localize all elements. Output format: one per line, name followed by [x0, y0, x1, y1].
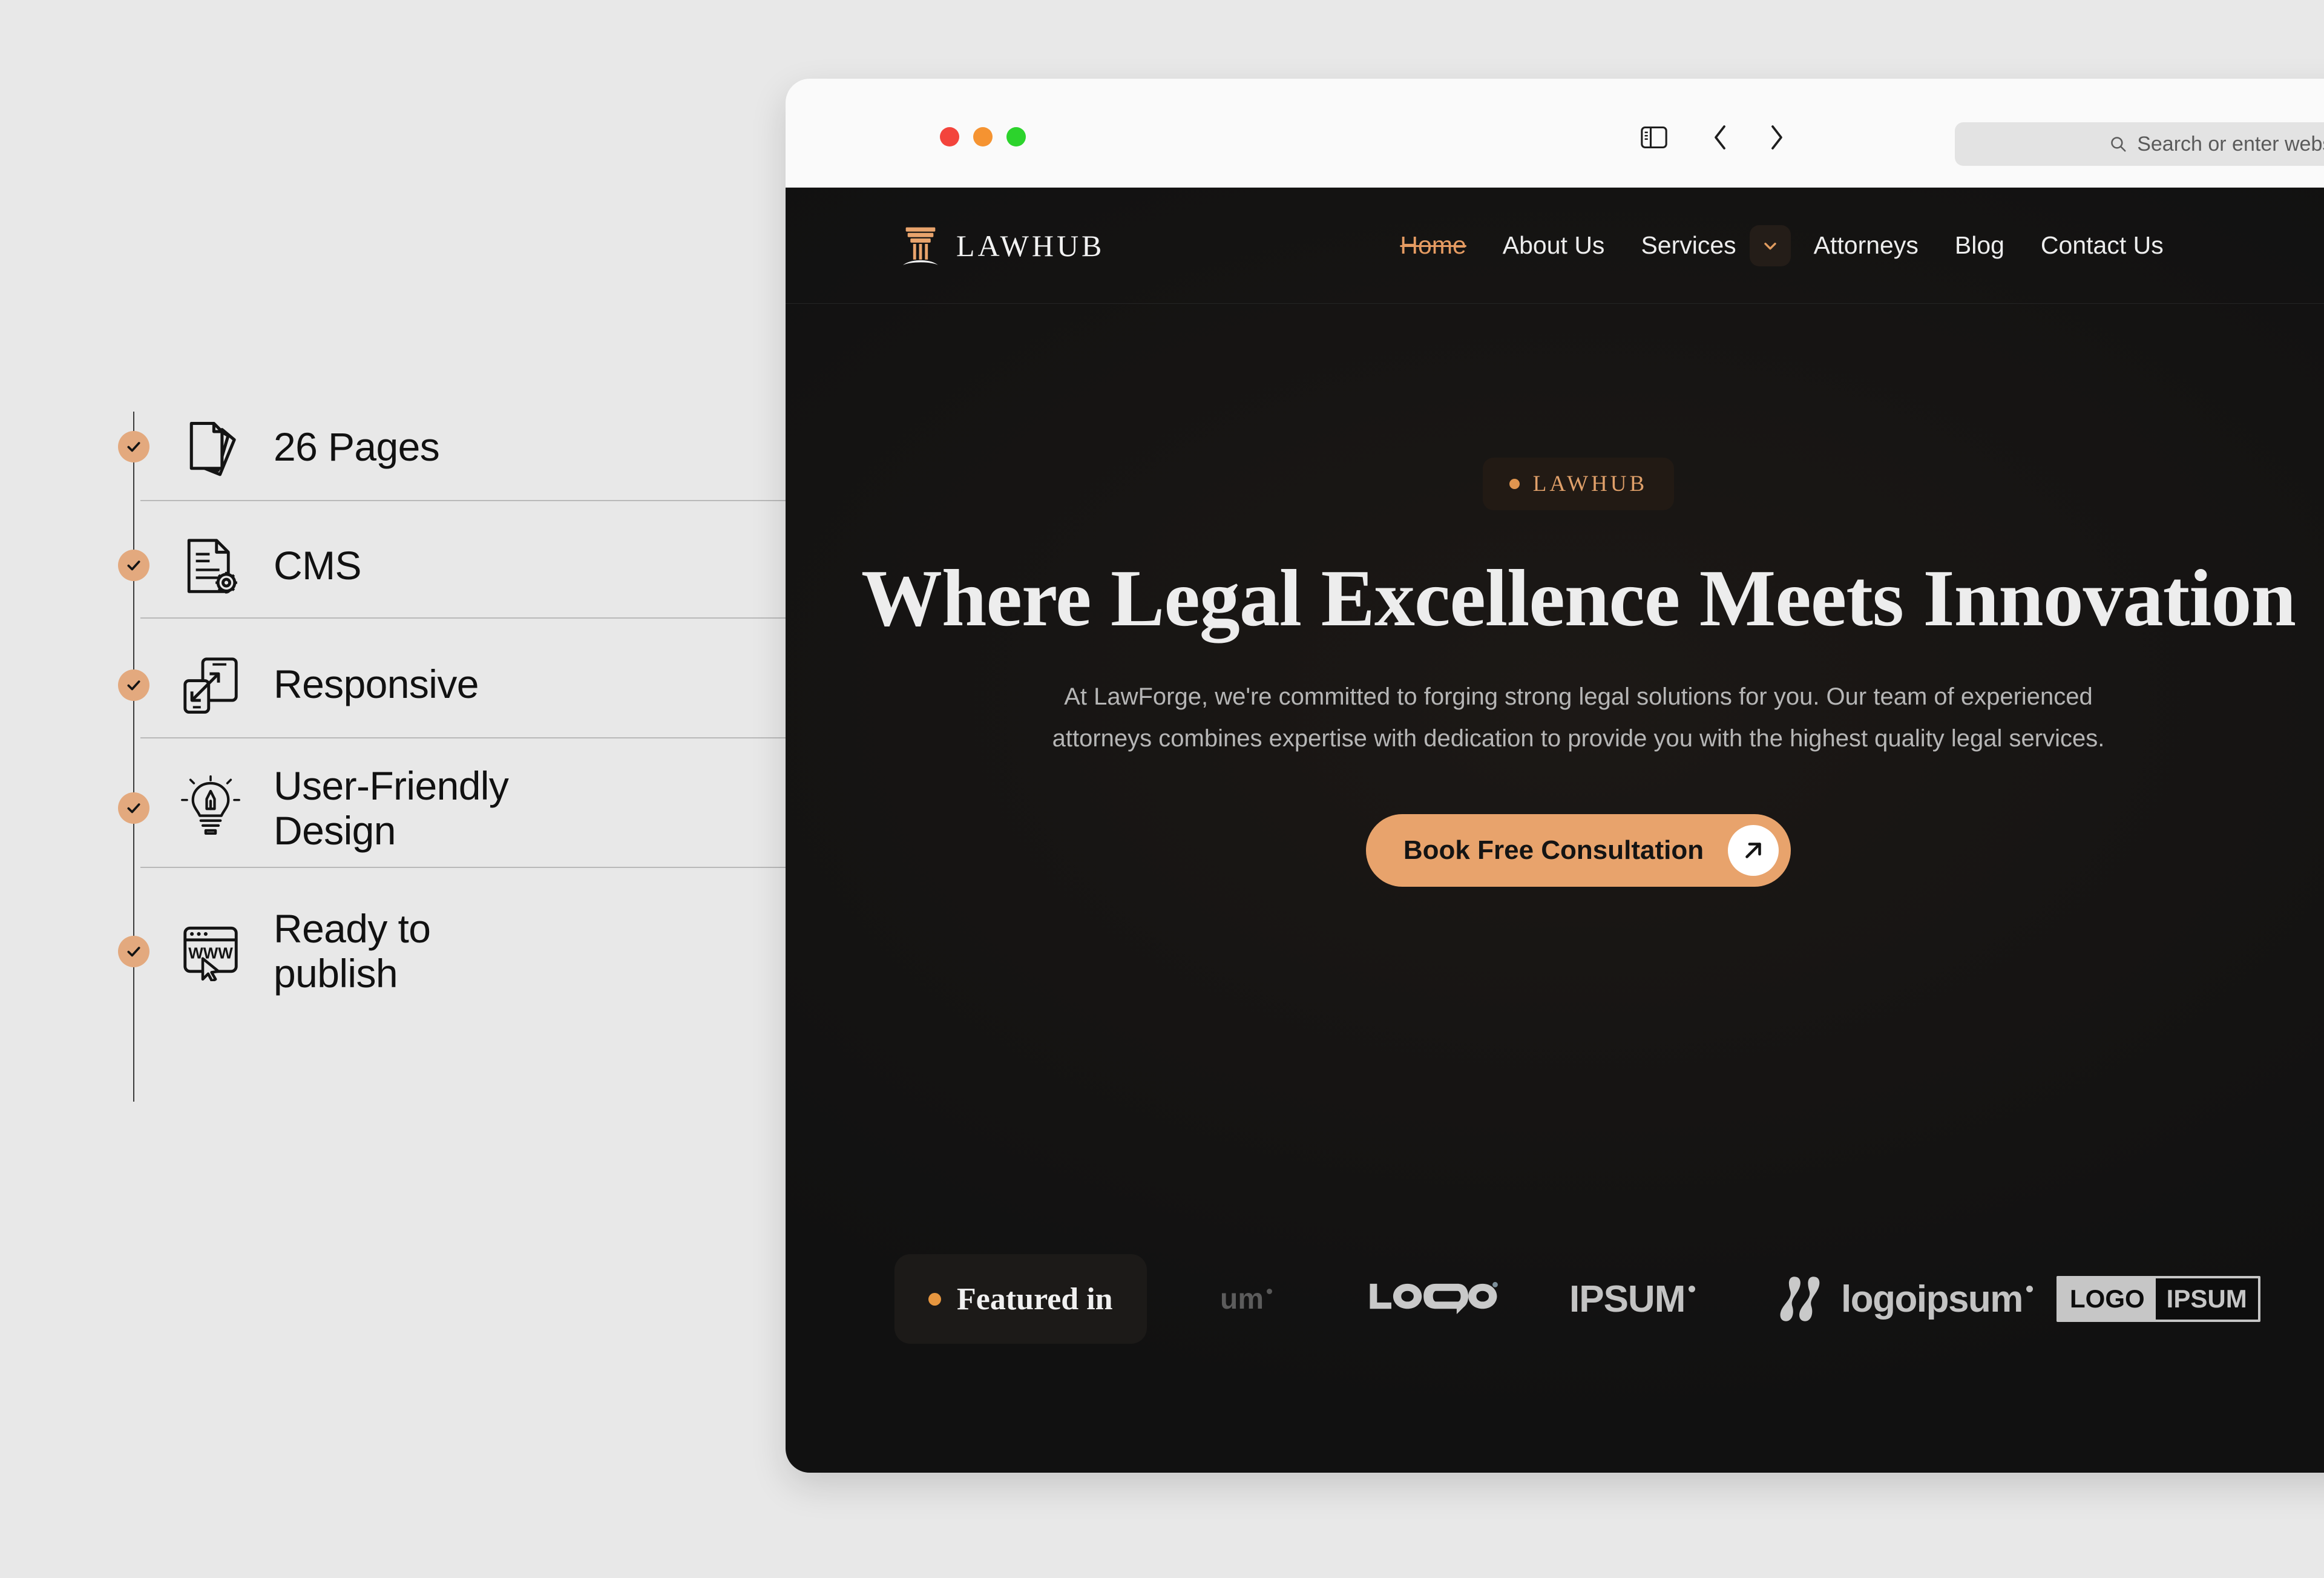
book-free-consultation-button[interactable]: Book Free Consultation	[1365, 814, 1791, 887]
feature-label-text: User-Friendly Design	[274, 763, 509, 853]
feature-label: User-Friendly Design	[274, 763, 509, 853]
logo-dot-icon	[2026, 1285, 2033, 1292]
partner-logo-text: um	[1220, 1283, 1264, 1315]
logoipsum-mark-icon	[1780, 1277, 1820, 1321]
zoom-button[interactable]	[1006, 127, 1026, 146]
hero-section: LAWHUB Where Legal Excellence Meets Inno…	[786, 304, 2324, 887]
brand-logo[interactable]: LAWHUB	[902, 225, 1105, 267]
hero-subtitle: At LawForge, we're committed to forging …	[1052, 683, 2105, 752]
partner-logo-logoipsum-partial: um	[1220, 1254, 1272, 1344]
feature-divider	[140, 867, 800, 868]
logo-dot-icon	[1267, 1288, 1272, 1294]
screenshot-root: 26 Pages CMS Responsive User-Friendly De…	[0, 0, 2324, 1578]
badge-dot-icon	[1509, 479, 1520, 489]
page-title: Where Legal Excellence Meets Innovation	[861, 553, 2296, 643]
logo-ipsum-box: LOGO IPSUM	[2056, 1276, 2260, 1322]
hero-badge-label: LAWHUB	[1532, 472, 1648, 496]
partner-logo-logoipsum: logoipsum	[1778, 1254, 2033, 1344]
nav-link-about[interactable]: About Us	[1485, 231, 1623, 260]
partner-logo-text: IPSUM	[1569, 1278, 1686, 1320]
nav-link-contact-us[interactable]: Contact Us	[2023, 231, 2182, 260]
stacked-pages-icon	[179, 412, 258, 484]
feature-label: CMS	[274, 543, 361, 588]
sidebar-toggle-icon[interactable]	[1636, 120, 1672, 155]
forward-button[interactable]	[1761, 120, 1791, 155]
brand-name: LAWHUB	[956, 228, 1105, 263]
feature-label-text: Ready to publish	[274, 906, 431, 996]
address-bar-placeholder: Search or enter website name	[2137, 132, 2324, 156]
feature-label: 26 Pages	[274, 424, 440, 469]
address-bar[interactable]: Search or enter website name	[1955, 122, 2324, 166]
check-dot	[118, 669, 149, 701]
partner-logo-ipsum: IPSUM	[1569, 1254, 1696, 1344]
featured-in-strip: Featured in um IPSUM logoipsum LOGO IPSU…	[786, 1254, 2324, 1345]
feature-divider	[140, 617, 800, 619]
partner-logo-text-right: IPSUM	[2155, 1278, 2258, 1320]
partner-logo-text: logoipsum	[1841, 1278, 2023, 1320]
svg-text:WWW: WWW	[188, 944, 233, 962]
nav-link-attorneys[interactable]: Attorneys	[1796, 231, 1937, 260]
chevron-down-icon[interactable]	[1749, 225, 1791, 266]
cta-label: Book Free Consultation	[1403, 835, 1704, 865]
partner-logo-logo-ipsum-boxed: LOGO IPSUM	[2056, 1254, 2260, 1344]
document-gear-icon	[179, 530, 258, 602]
nav-item-services[interactable]: Services	[1623, 225, 1795, 266]
feature-divider	[140, 737, 800, 738]
featured-in-label: Featured in	[957, 1281, 1113, 1317]
search-icon	[2109, 135, 2127, 153]
nav-link-services[interactable]: Services	[1623, 231, 1754, 260]
nav-links: Home About Us Services Attorneys Blog Co…	[1382, 225, 2181, 266]
website-viewport: LAWHUB Home About Us Services Attorneys …	[786, 188, 2324, 1473]
featured-in-badge: Featured in	[894, 1254, 1147, 1344]
timeline-rail	[133, 412, 134, 1102]
feature-label: Responsive	[274, 662, 479, 706]
responsive-devices-icon	[179, 649, 258, 720]
minimize-button[interactable]	[973, 127, 993, 146]
browser-toolbar: Search or enter website name	[786, 79, 2324, 188]
badge-dot-icon	[928, 1292, 941, 1306]
hero-badge: LAWHUB	[1482, 458, 1675, 510]
feature-label: Ready to publish	[274, 906, 431, 996]
pillar-icon	[903, 227, 938, 265]
www-browser-cursor-icon: WWW	[179, 914, 258, 985]
check-dot	[118, 792, 149, 824]
back-button[interactable]	[1705, 120, 1736, 155]
check-dot	[118, 431, 149, 462]
nav-link-blog[interactable]: Blog	[1937, 231, 2023, 260]
site-navbar: LAWHUB Home About Us Services Attorneys …	[786, 188, 2324, 304]
feature-divider	[140, 500, 800, 501]
browser-window: Search or enter website name LAWHUB	[786, 79, 2324, 1473]
close-button[interactable]	[940, 127, 959, 146]
nav-link-home[interactable]: Home	[1382, 231, 1484, 260]
lightbulb-pen-icon	[179, 771, 258, 843]
arrow-up-right-icon	[1728, 824, 1779, 876]
window-controls	[940, 127, 1026, 146]
check-dot	[118, 550, 149, 581]
logo-wordmark-icon	[1370, 1281, 1498, 1315]
check-dot	[118, 936, 149, 967]
feature-checklist: 26 Pages CMS Responsive User-Friendly De…	[0, 387, 800, 1198]
partner-logo-logo	[1364, 1254, 1500, 1344]
partner-logo-text-left: LOGO	[2059, 1278, 2156, 1320]
logo-dot-icon	[1689, 1285, 1696, 1292]
